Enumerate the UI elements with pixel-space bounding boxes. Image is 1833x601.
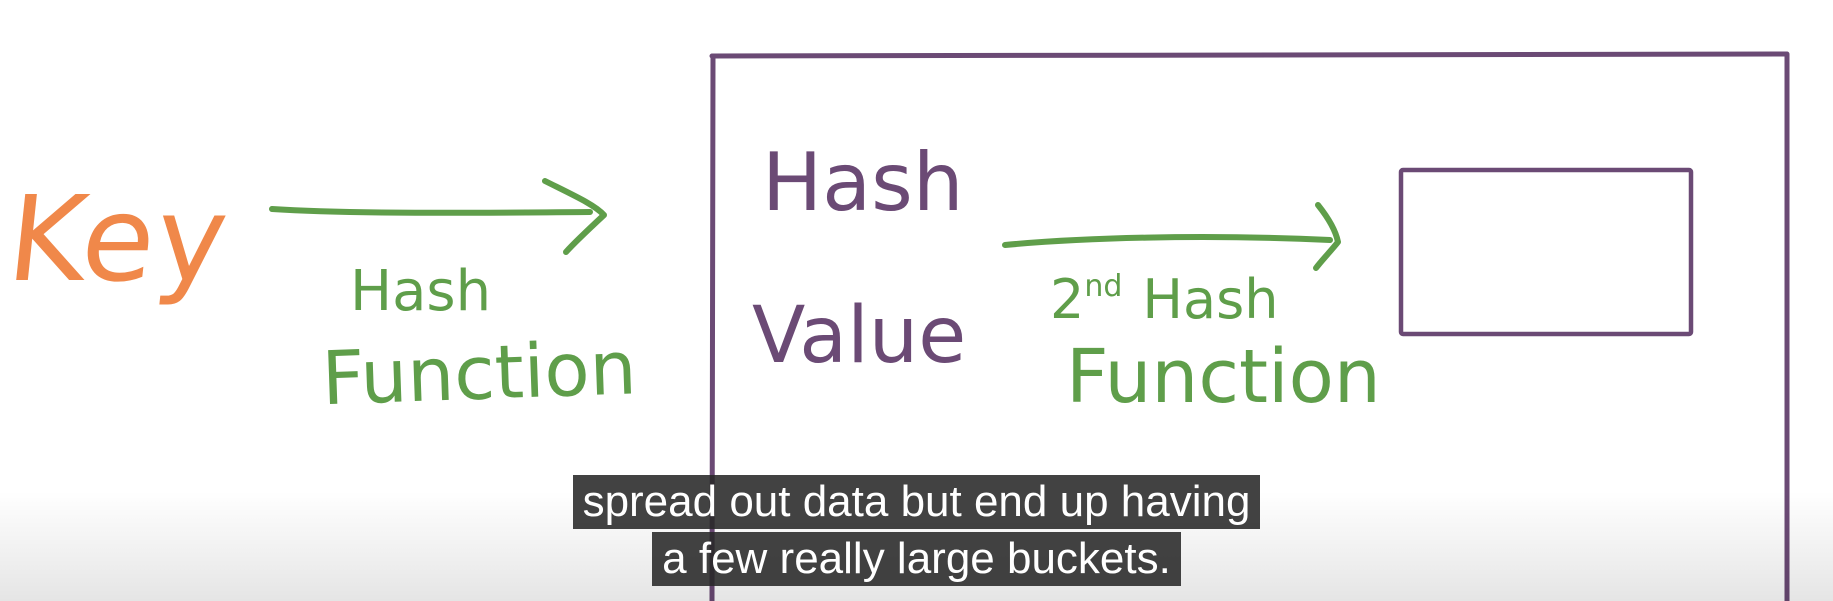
hash-function-arrow: [269, 178, 607, 255]
subtitle-captions: spread out data but end up having a few …: [0, 475, 1833, 589]
second-hash-ordinal: nd: [1084, 269, 1122, 304]
key-label: Key: [2, 170, 236, 308]
hash-value-label-line1: Hash: [762, 136, 964, 229]
hash-function-label-line2: Function: [320, 325, 638, 422]
caption-line-1: spread out data but end up having: [572, 475, 1261, 529]
second-hash-number: 2: [1050, 268, 1084, 331]
second-hash-arrow: [1002, 202, 1341, 271]
caption-line-2: a few really large buckets.: [652, 532, 1181, 586]
second-hash-label-line1: 2nd Hash: [1050, 268, 1278, 331]
hash-value-label-line2: Value: [752, 291, 966, 381]
second-hash-label-line2: Function: [1066, 334, 1381, 420]
bucket-box: [1398, 167, 1694, 337]
hash-function-label-line1: Hash: [350, 259, 491, 324]
second-hash-word: Hash: [1142, 268, 1278, 331]
